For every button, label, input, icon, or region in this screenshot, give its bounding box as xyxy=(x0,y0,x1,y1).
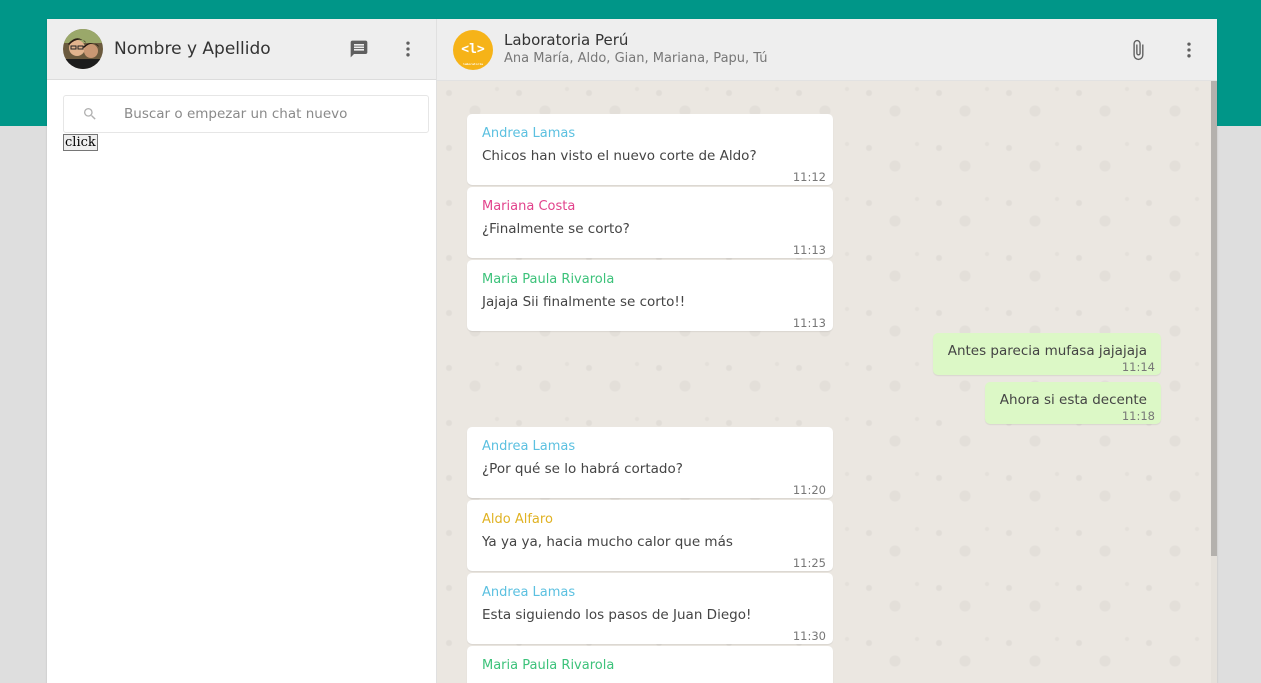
scrollbar-thumb[interactable] xyxy=(1211,81,1217,556)
attach-icon[interactable] xyxy=(1126,38,1150,62)
chat-header: <l> laboratoria Laboratoria Perú Ana Mar… xyxy=(437,19,1217,81)
message-bubble[interactable]: Antes parecia mufasa jajajaja 11:14 xyxy=(932,333,1161,375)
message-time: 11:13 xyxy=(792,243,826,257)
chat-info[interactable]: Laboratoria Perú Ana María, Aldo, Gian, … xyxy=(504,31,1099,68)
message-text: Ahora si esta decente xyxy=(999,392,1147,408)
user-avatar[interactable] xyxy=(63,29,103,69)
message-sender: Andrea Lamas xyxy=(482,126,576,141)
message-bubble[interactable]: Maria Paula Rivarola Jajaja Sii finalment… xyxy=(467,260,833,331)
message-sender: Maria Paula Rivarola xyxy=(482,658,615,673)
group-avatar-text: <l> xyxy=(461,42,485,57)
message-text: Jajaja Sii finalmente se corto!! xyxy=(482,294,686,310)
message-time: 11:25 xyxy=(792,556,826,570)
message-time: 11:20 xyxy=(792,483,826,497)
message-time: 11:18 xyxy=(1121,409,1155,423)
message-row-received: Andrea Lamas Chicos han visto el nuevo co… xyxy=(467,114,1217,185)
message-sender: Mariana Costa xyxy=(482,199,576,214)
message-bubble[interactable]: Andrea Lamas Esta siguiendo los pasos de … xyxy=(467,573,833,644)
message-bubble[interactable]: Andrea Lamas Chicos han visto el nuevo co… xyxy=(467,114,833,185)
message-text: Esta siguiendo los pasos de Juan Diego! xyxy=(482,607,752,623)
chat-panel: <l> laboratoria Laboratoria Perú Ana Mar… xyxy=(437,19,1217,683)
search-input[interactable] xyxy=(124,106,394,122)
new-chat-icon[interactable] xyxy=(347,37,371,61)
message-time: 11:30 xyxy=(792,629,826,643)
message-text: Ya ya ya, hacia mucho calor que más xyxy=(482,534,733,550)
search-box[interactable] xyxy=(63,95,429,133)
message-row-received: Aldo Alfaro Ya ya ya, hacia mucho calor q… xyxy=(467,500,1217,571)
message-sender: Andrea Lamas xyxy=(482,585,576,600)
message-time: 11:14 xyxy=(1121,360,1155,374)
search-area xyxy=(47,80,436,133)
message-time: 11:12 xyxy=(792,170,826,184)
click-button[interactable]: click xyxy=(63,134,98,151)
group-avatar[interactable]: <l> laboratoria xyxy=(453,29,493,70)
search-icon xyxy=(84,108,96,120)
message-bubble[interactable]: Mariana Costa ¿Finalmente se corto? 11:13 xyxy=(467,187,833,258)
message-text: ¿Por qué se lo habrá cortado? xyxy=(482,461,683,477)
message-bubble[interactable]: Aldo Alfaro Ya ya ya, hacia mucho calor q… xyxy=(467,500,833,571)
group-avatar-subtext: laboratoria xyxy=(463,61,483,66)
message-time: 11:13 xyxy=(792,316,826,330)
app-window: Nombre y Apellido click <l> laboratoria … xyxy=(47,19,1217,683)
message-bubble[interactable]: Andrea Lamas ¿Por qué se lo habrá cortado… xyxy=(467,427,833,498)
message-bubble[interactable]: Maria Paula Rivarola xyxy=(467,646,833,683)
message-row-received: Maria Paula Rivarola Jajaja Sii finalment… xyxy=(467,260,1217,331)
user-avatar-photo-icon xyxy=(63,29,103,69)
chat-title: Laboratoria Perú xyxy=(504,31,629,49)
message-row-received: Mariana Costa ¿Finalmente se corto? 11:13 xyxy=(467,187,1217,258)
chat-menu-dots-icon[interactable] xyxy=(1177,38,1201,62)
message-list[interactable]: Andrea Lamas Chicos han visto el nuevo co… xyxy=(437,81,1217,683)
message-sender: Maria Paula Rivarola xyxy=(482,272,615,287)
message-row-received: Maria Paula Rivarola xyxy=(467,646,1217,683)
message-bubble[interactable]: Ahora si esta decente 11:18 xyxy=(984,382,1161,424)
sidebar: Nombre y Apellido click xyxy=(47,19,437,683)
message-text: Chicos han visto el nuevo corte de Aldo? xyxy=(482,148,757,164)
message-row-sent: Ahora si esta decente 11:18 xyxy=(467,382,1217,424)
menu-dots-icon[interactable] xyxy=(396,37,420,61)
message-sender: Andrea Lamas xyxy=(482,439,576,454)
message-sender: Aldo Alfaro xyxy=(482,512,553,527)
user-name: Nombre y Apellido xyxy=(114,39,271,59)
message-row-received: Andrea Lamas Esta siguiendo los pasos de … xyxy=(467,573,1217,644)
sidebar-header: Nombre y Apellido xyxy=(47,19,436,80)
message-text: ¿Finalmente se corto? xyxy=(482,221,630,237)
message-row-received: Andrea Lamas ¿Por qué se lo habrá cortado… xyxy=(467,427,1217,498)
chat-members: Ana María, Aldo, Gian, Mariana, Papu, Tú xyxy=(504,51,768,66)
message-row-sent: Antes parecia mufasa jajajaja 11:14 xyxy=(467,333,1217,375)
message-text: Antes parecia mufasa jajajaja xyxy=(947,343,1147,359)
